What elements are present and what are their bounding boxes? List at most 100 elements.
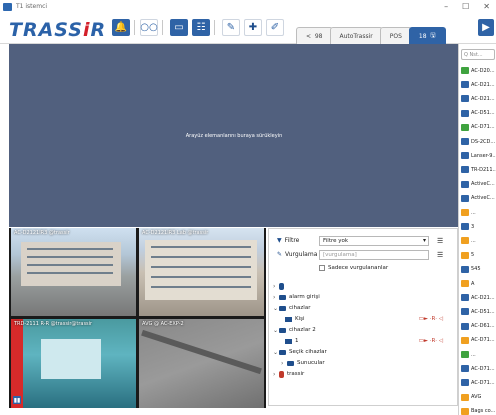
- object-list-item[interactable]: AC-D21...: [459, 291, 496, 304]
- camera-view-2[interactable]: AC-D2121IR3 Lab @trassir: [139, 228, 264, 316]
- object-list-item[interactable]: AC-D71...: [459, 121, 496, 134]
- pen-icon[interactable]: ✎: [222, 19, 240, 36]
- camera-view-1[interactable]: AC-D2121IR3 @trassir: [11, 228, 136, 316]
- object-list-item[interactable]: AC-D71...: [459, 376, 496, 389]
- tab-18[interactable]: 18 🖫: [408, 27, 446, 44]
- tree-item[interactable]: 1 ▭► ·R· ◁: [285, 336, 455, 346]
- object-list-item[interactable]: AC-D61...: [459, 320, 496, 333]
- device-icon: [461, 209, 469, 216]
- highlight-row: ✎ Vurgulama: [277, 251, 317, 258]
- device-icon: [461, 280, 469, 287]
- object-list-label: AC-D51...: [471, 110, 495, 117]
- monitor-icon[interactable]: ▭: [170, 19, 188, 36]
- filter-select[interactable]: Filtre yok ▾: [319, 236, 429, 246]
- folder-icon: [279, 305, 286, 311]
- tape-icon[interactable]: ○○: [140, 19, 158, 36]
- tree-item[interactable]: › alarm girişi: [273, 292, 320, 302]
- object-list-item[interactable]: ...: [459, 348, 496, 361]
- workspace-drop-area[interactable]: Arayüz elemanlarını buraya sürükleyin: [9, 44, 459, 227]
- object-list-item[interactable]: AC-D21...: [459, 92, 496, 105]
- object-list-label: AC-D21...: [471, 81, 495, 88]
- tree-item[interactable]: Kişi ▭► ·R· ◁: [285, 314, 455, 324]
- highlight-input[interactable]: [vurgulama]: [319, 250, 429, 260]
- device-icon: [461, 308, 469, 316]
- device-icon: [461, 123, 469, 131]
- object-list-item[interactable]: AC-D20...: [459, 64, 496, 77]
- device-icon: [461, 138, 469, 145]
- side-panel-icon[interactable]: ▶: [478, 19, 494, 36]
- database-icon: [279, 282, 284, 290]
- tree-item[interactable]: ⌄ Seçik cihazlar: [273, 347, 327, 357]
- tab-pos[interactable]: POS: [379, 27, 412, 44]
- device-icon: [461, 393, 469, 401]
- highlight-options-icon[interactable]: ☰: [437, 251, 445, 259]
- object-list-label: AC-D21...: [471, 95, 495, 102]
- filter-options-icon[interactable]: ☰: [437, 237, 445, 245]
- object-list-label: AC-D21...: [471, 294, 495, 301]
- object-list-label: AC-D71...: [471, 379, 495, 386]
- highlight-label: Vurgulama: [285, 251, 318, 258]
- device-icon: [461, 223, 469, 231]
- folder-icon: [279, 294, 286, 300]
- object-list-item[interactable]: ActiveC...: [459, 178, 496, 191]
- only-highlighted-checkbox[interactable]: Sadece vurgulananlar: [319, 265, 388, 271]
- object-list-item[interactable]: AC-D51...: [459, 107, 496, 120]
- tree-item[interactable]: › trassir: [273, 369, 304, 379]
- filter-label: Filtre: [284, 237, 300, 244]
- device-icon: [461, 336, 469, 344]
- object-list-label: ...: [471, 237, 476, 244]
- camera-view-3[interactable]: TRD-2111 R-R @trassir@trassir ▮▮: [11, 319, 136, 408]
- device-icon: [461, 152, 469, 160]
- object-list-item[interactable]: ActiveC...: [459, 192, 496, 205]
- edit-icon[interactable]: ✐: [266, 19, 284, 36]
- object-list-label: Lanser-9...: [471, 152, 496, 159]
- panel-icon[interactable]: ☷: [192, 19, 210, 36]
- tree-item[interactable]: ⌄ cihazlar: [273, 303, 310, 313]
- object-list-item[interactable]: AC-D71...: [459, 334, 496, 347]
- alarm-indicator: [11, 319, 23, 408]
- device-icon: [461, 294, 469, 302]
- toolbar-divider: [162, 20, 163, 35]
- object-list-label: DS-2CD...: [471, 138, 496, 145]
- maximize-button[interactable]: ☐: [462, 0, 469, 13]
- device-icon: [461, 407, 469, 415]
- minimize-button[interactable]: –: [444, 0, 448, 13]
- object-list-label: Bags co...: [471, 408, 496, 415]
- channel-status-icons: ▭► ·R· ◁: [418, 338, 443, 344]
- object-list-item[interactable]: 545: [459, 263, 496, 276]
- workspace-hint: Arayüz elemanlarını buraya sürükleyin: [185, 132, 283, 139]
- object-list-item[interactable]: TR-D211...: [459, 163, 496, 176]
- object-list-item[interactable]: Lanser-9...: [459, 149, 496, 162]
- bell-icon[interactable]: 🔔: [112, 19, 130, 36]
- tree-item[interactable]: ⌄ cihazlar 2: [273, 325, 316, 335]
- pause-button[interactable]: ▮▮: [13, 396, 21, 404]
- save-icon[interactable]: 🖫: [430, 31, 435, 41]
- tab-prev[interactable]: < 98: [296, 27, 333, 44]
- tree-root[interactable]: ›: [273, 281, 287, 291]
- close-button[interactable]: ✕: [483, 0, 490, 13]
- object-list-label: AVG: [471, 394, 482, 401]
- tab-autotrassir[interactable]: AutoTrassir: [329, 27, 383, 44]
- object-list-item[interactable]: AC-D21...: [459, 78, 496, 91]
- object-list-item[interactable]: ...: [459, 234, 496, 247]
- object-list-item[interactable]: Bags co...: [459, 405, 496, 415]
- object-list-item[interactable]: 3: [459, 220, 496, 233]
- object-list-item[interactable]: AC-D51...: [459, 305, 496, 318]
- object-list-item[interactable]: DS-2CD...: [459, 135, 496, 148]
- window-title: T1 istemci: [16, 3, 48, 10]
- camera-view-4[interactable]: AVG @ AC-EXP-2: [139, 319, 264, 408]
- search-input[interactable]: Q Nst...: [461, 49, 495, 60]
- device-icon: [461, 109, 469, 117]
- device-icon: [461, 194, 469, 202]
- tree-item[interactable]: › Sunucular: [281, 358, 325, 368]
- puzzle-icon[interactable]: ✚: [244, 19, 262, 36]
- object-list-item[interactable]: 5: [459, 249, 496, 262]
- object-list-label: A: [471, 280, 475, 287]
- object-list-item[interactable]: A: [459, 277, 496, 290]
- trassir-logo: TRASSiR: [9, 19, 107, 41]
- object-list-item[interactable]: AVG: [459, 391, 496, 404]
- object-list-item[interactable]: ...: [459, 206, 496, 219]
- object-list-item[interactable]: AC-D71...: [459, 362, 496, 375]
- camera-label: TRD-2111 R-R @trassir@trassir: [14, 321, 93, 327]
- camera-label: AC-D2121IR3 Lab @trassir: [142, 230, 209, 236]
